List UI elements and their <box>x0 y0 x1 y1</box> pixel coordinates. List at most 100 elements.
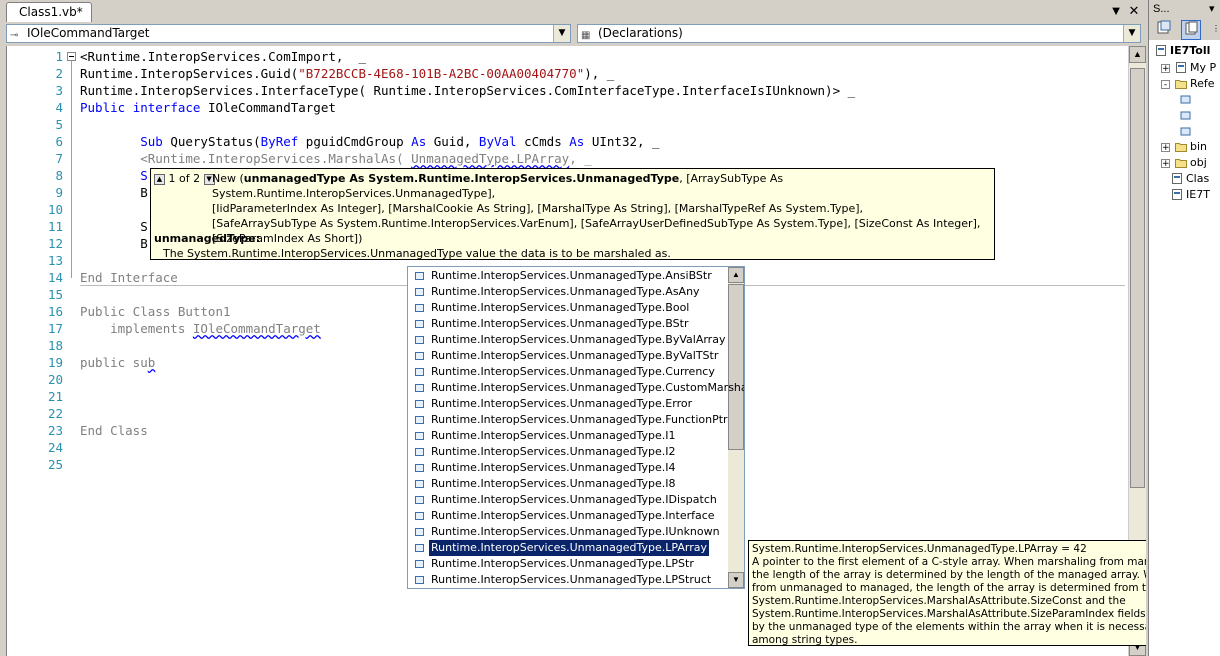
solution-explorer-header: S... ▾ <box>1149 0 1220 18</box>
completion-item[interactable]: Runtime.InteropServices.UnmanagedType.By… <box>408 332 728 348</box>
code-token: B <box>80 236 148 251</box>
completion-item[interactable]: Runtime.InteropServices.UnmanagedType.An… <box>408 268 728 284</box>
completion-item[interactable]: Runtime.InteropServices.UnmanagedType.Cu… <box>408 364 728 380</box>
method-name-dropdown[interactable]: ▦ (Declarations) ▼ <box>577 24 1141 43</box>
chevron-down-icon[interactable]: ▼ <box>553 25 570 42</box>
code-token: Runtime.InteropServices.Guid( <box>80 66 299 81</box>
code-token: <Runtime.InteropServices.ComImport, _ <box>80 49 366 64</box>
expand-icon[interactable]: + <box>1161 159 1170 169</box>
line-number: 2 <box>55 66 63 81</box>
completion-item[interactable]: Runtime.InteropServices.UnmanagedType.LP… <box>408 572 728 588</box>
enum-member-icon <box>415 272 424 280</box>
more-tools-icon[interactable]: ⋮ <box>1207 20 1220 38</box>
code-token: "B722BCCB-4E68-101B-A2BC-00AA00404770" <box>298 66 585 81</box>
completion-item-label: Runtime.InteropServices.UnmanagedType.I4 <box>431 461 676 474</box>
code-line[interactable]: 6 Sub QueryStatus(ByRef pguidCmdGroup As… <box>7 133 1129 150</box>
close-document-icon[interactable]: ✕ <box>1126 3 1142 19</box>
tab-class1-vb[interactable]: Class1.vb* <box>6 2 92 22</box>
line-number: 24 <box>47 440 63 455</box>
code-text: Public interface IOleCommandTarget <box>80 99 336 116</box>
intellisense-completion-list[interactable]: ▲ ▼ Runtime.InteropServices.UnmanagedTyp… <box>407 266 745 589</box>
code-token: S <box>80 219 148 234</box>
completion-scrollbar-thumb[interactable] <box>728 284 744 450</box>
completion-item-label: Runtime.InteropServices.UnmanagedType.Bo… <box>431 301 690 314</box>
code-token: , _ <box>569 151 592 166</box>
description-line: System.Runtime.InteropServices.MarshalAs… <box>752 595 1126 607</box>
code-token: public su <box>80 355 148 370</box>
completion-item[interactable]: Runtime.InteropServices.UnmanagedType.IU… <box>408 524 728 540</box>
code-token: b <box>147 355 156 370</box>
parameter-description: The System.Runtime.InteropServices.Unman… <box>163 247 671 260</box>
completion-item[interactable]: Runtime.InteropServices.UnmanagedType.By… <box>408 348 728 364</box>
code-token: IOleCommandTarget <box>200 100 336 115</box>
references-folder-icon <box>1175 78 1187 89</box>
code-line[interactable]: 2 Runtime.InteropServices.Guid("B722BCCB-… <box>7 65 1129 82</box>
code-token: UnmanagedType.LPArray <box>411 151 570 166</box>
my-project-icon <box>1175 62 1187 73</box>
interface-icon: ⊸ <box>10 30 19 41</box>
solution-explorer-panel: S... ▾ ⋮ IE7Toll + My P - Refe + bin + obj Clas IE… <box>1148 0 1220 656</box>
completion-item[interactable]: Runtime.InteropServices.UnmanagedType.Cu… <box>408 380 744 396</box>
project-icon <box>1155 45 1167 56</box>
scroll-up-arrow-icon[interactable]: ▲ <box>728 267 744 283</box>
code-token: S <box>80 168 148 183</box>
expand-icon[interactable]: + <box>1161 64 1170 74</box>
expand-icon[interactable]: + <box>1161 143 1170 153</box>
scrollbar-thumb[interactable] <box>1130 68 1145 488</box>
class-name-dropdown[interactable]: ⊸ IOleCommandTarget ▼ <box>6 24 571 43</box>
completion-item[interactable]: Runtime.InteropServices.UnmanagedType.As… <box>408 284 728 300</box>
completion-item-label: Runtime.InteropServices.UnmanagedType.Cu… <box>431 381 745 394</box>
completion-item[interactable]: Runtime.InteropServices.UnmanagedType.Fu… <box>408 412 728 428</box>
enum-member-icon <box>415 496 424 504</box>
overload-up-icon[interactable]: ▲ <box>154 173 165 185</box>
code-line[interactable]: 5 <box>7 116 1129 133</box>
completion-item[interactable]: Runtime.InteropServices.UnmanagedType.BS… <box>408 316 728 332</box>
show-all-files-icon[interactable] <box>1181 20 1201 40</box>
code-text: B <box>80 235 148 252</box>
code-token: Runtime.InteropServices.InterfaceType( R… <box>80 83 856 98</box>
code-line[interactable]: 3 Runtime.InteropServices.InterfaceType( … <box>7 82 1129 99</box>
tab-title: Class1.vb* <box>19 5 83 19</box>
chevron-down-icon[interactable]: ▼ <box>1123 25 1140 42</box>
completion-item[interactable]: Runtime.InteropServices.UnmanagedType.I1 <box>408 428 728 444</box>
code-token: pguidCmdGroup <box>298 134 412 149</box>
completion-item[interactable]: Runtime.InteropServices.UnmanagedType.I4 <box>408 460 728 476</box>
properties-icon[interactable] <box>1155 20 1173 38</box>
completion-item-label: Runtime.InteropServices.UnmanagedType.I8 <box>431 477 676 490</box>
enum-member-icon <box>415 512 424 520</box>
scroll-up-arrow-icon[interactable]: ▲ <box>1129 46 1146 63</box>
completion-scrollbar[interactable]: ▲ ▼ <box>728 267 744 588</box>
pin-icon[interactable]: ▾ <box>1209 0 1215 18</box>
tree-node-label: bin <box>1190 140 1208 153</box>
code-text: Runtime.InteropServices.Guid("B722BCCB-4… <box>80 65 614 82</box>
line-number: 14 <box>47 270 63 285</box>
code-line[interactable]: 7 <Runtime.InteropServices.MarshalAs( Un… <box>7 150 1129 167</box>
code-token: ByVal <box>478 134 517 149</box>
method-name-value: (Declarations) <box>598 26 683 40</box>
code-text: S <box>80 167 148 184</box>
completion-item[interactable]: Runtime.InteropServices.UnmanagedType.I2 <box>408 444 728 460</box>
completion-item[interactable]: Runtime.InteropServices.UnmanagedType.Er… <box>408 396 728 412</box>
completion-item[interactable]: Runtime.InteropServices.UnmanagedType.I8 <box>408 476 728 492</box>
code-line[interactable]: 1 <Runtime.InteropServices.ComImport, _ <box>7 48 1129 65</box>
completion-item[interactable]: Runtime.InteropServices.UnmanagedType.ID… <box>408 492 728 508</box>
description-line: among string types. <box>752 634 858 646</box>
completion-item[interactable]: Runtime.InteropServices.UnmanagedType.LP… <box>408 539 728 557</box>
completion-item[interactable]: Runtime.InteropServices.UnmanagedType.LP… <box>408 556 728 572</box>
tab-list-dropdown-icon[interactable]: ▼ <box>1108 3 1124 19</box>
code-text: implements IOleCommandTarget <box>80 320 321 337</box>
reference-icon <box>1179 94 1191 105</box>
line-number: 25 <box>47 457 63 472</box>
code-token: As <box>569 134 585 149</box>
completion-item[interactable]: Runtime.InteropServices.UnmanagedType.Bo… <box>408 300 728 316</box>
line-number: 13 <box>47 253 63 268</box>
signature-text: New (unmanagedType As System.Runtime.Int… <box>212 171 992 246</box>
collapse-icon[interactable]: - <box>1161 80 1170 90</box>
code-line[interactable]: 4 Public interface IOleCommandTarget <box>7 99 1129 116</box>
reference-icon <box>1179 126 1191 137</box>
scroll-down-arrow-icon[interactable]: ▼ <box>728 572 744 588</box>
code-token: cCmds <box>516 134 570 149</box>
enum-member-icon <box>415 288 424 296</box>
completion-item[interactable]: Runtime.InteropServices.UnmanagedType.In… <box>408 508 728 524</box>
line-number: 8 <box>55 168 63 183</box>
